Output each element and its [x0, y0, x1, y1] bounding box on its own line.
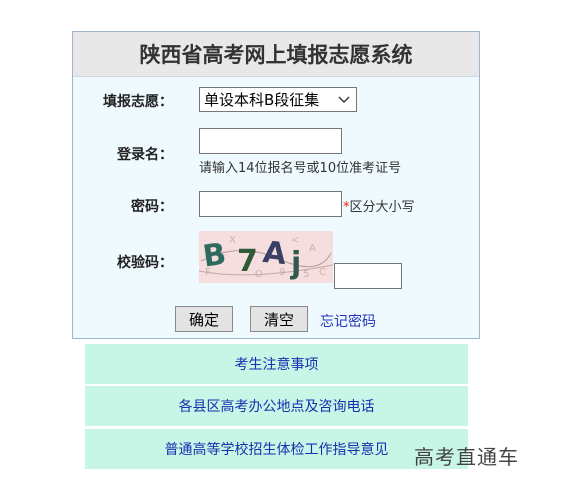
chevron-down-icon	[338, 90, 350, 113]
captcha-char: j	[290, 246, 301, 281]
nav-item-notice[interactable]: 考生注意事项	[85, 344, 468, 384]
password-input[interactable]	[199, 191, 342, 217]
svg-text:A: A	[309, 243, 316, 254]
volunteer-select[interactable]: 单设本科B段征集	[199, 87, 357, 112]
forgot-password-link[interactable]: 忘记密码	[320, 311, 376, 331]
login-panel: 陕西省高考网上填报志愿系统 填报志愿： 单设本科B段征集 登录名： 请输入14位…	[72, 31, 480, 339]
svg-text:5: 5	[303, 269, 309, 280]
confirm-button[interactable]: 确定	[175, 306, 233, 332]
login-hint: 请输入14位报名号或10位准考证号	[199, 161, 402, 176]
captcha-image[interactable]: FXO < A 5 CE9 B 7 A j	[199, 231, 333, 283]
login-input[interactable]	[199, 128, 342, 154]
svg-text:C: C	[319, 267, 326, 278]
captcha-char: A	[261, 235, 289, 272]
password-hint: *区分大小写	[343, 196, 415, 215]
captcha-char: 7	[237, 244, 258, 279]
password-label: 密码：	[131, 199, 173, 215]
nav-item-offices[interactable]: 各县区高考办公地点及咨询电话	[85, 386, 468, 426]
watermark-text: 高考直通车	[414, 445, 519, 469]
captcha-input[interactable]	[334, 263, 402, 289]
clear-button[interactable]: 清空	[250, 306, 308, 332]
volunteer-label: 填报志愿：	[103, 94, 173, 110]
password-hint-text: 区分大小写	[349, 200, 415, 215]
captcha-label: 校验码：	[117, 255, 173, 271]
captcha-char: B	[201, 237, 229, 275]
volunteer-select-value: 单设本科B段征集	[204, 91, 320, 109]
svg-text:X: X	[229, 235, 236, 246]
nav-item-health-check[interactable]: 普通高等学校招生体检工作指导意见	[85, 429, 468, 469]
page-title: 陕西省高考网上填报志愿系统	[73, 32, 479, 77]
login-label: 登录名：	[117, 147, 173, 163]
svg-text:<: <	[291, 235, 299, 246]
